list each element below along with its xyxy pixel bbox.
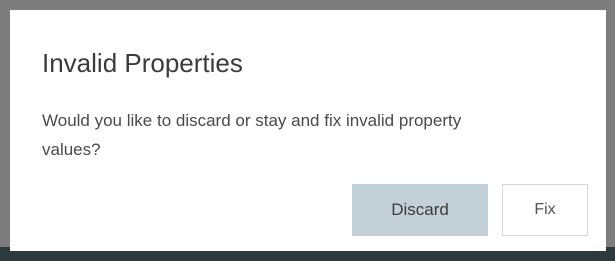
fix-button[interactable]: Fix bbox=[502, 184, 588, 236]
dialog-actions: Discard Fix bbox=[352, 184, 588, 236]
invalid-properties-dialog: Invalid Properties Would you like to dis… bbox=[10, 10, 606, 251]
dialog-message: Would you like to discard or stay and fi… bbox=[42, 111, 462, 159]
dialog-title: Invalid Properties bbox=[42, 48, 243, 78]
discard-button[interactable]: Discard bbox=[352, 184, 488, 236]
